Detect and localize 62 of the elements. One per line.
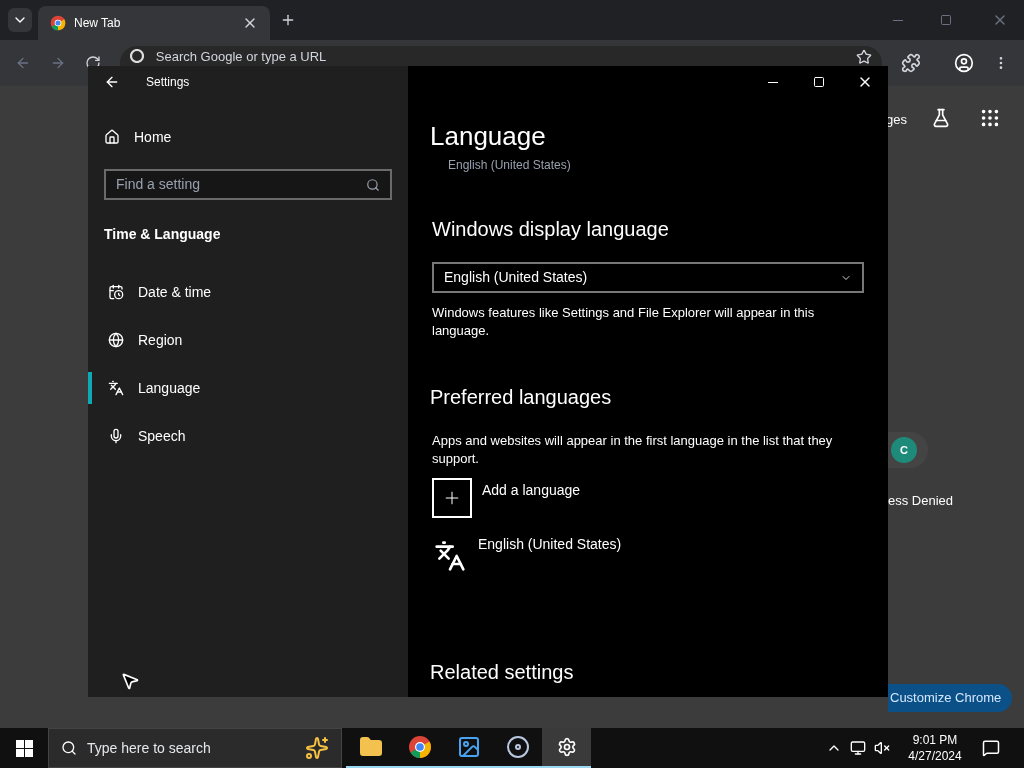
address-input[interactable]: Search Google or type a URL — [155, 49, 456, 65]
nav-item[interactable]: Region — [88, 324, 408, 356]
photos-icon — [456, 735, 481, 759]
home-nav-item[interactable]: Home — [88, 122, 408, 152]
muted-volume-icon[interactable] — [874, 740, 890, 756]
section-heading: Windows display language — [432, 217, 670, 242]
search-field[interactable]: Find a setting — [104, 169, 392, 200]
mouse-cursor-icon — [120, 671, 140, 691]
language-list-item[interactable]: English (United States) — [434, 538, 864, 578]
current-language: English (United States) — [448, 157, 572, 174]
disc-icon — [505, 735, 530, 759]
section-heading: Preferred languages — [430, 385, 613, 410]
language-icon — [434, 540, 466, 572]
windows-logo-icon — [15, 739, 33, 757]
settings-icon — [556, 737, 577, 757]
sparkles-icon — [305, 736, 329, 760]
taskbar-search-input[interactable]: Type here to search — [87, 737, 257, 759]
add-language-button[interactable]: Add a language — [432, 478, 864, 518]
profile-icon[interactable] — [954, 53, 975, 73]
clock-time: 9:01 PM — [912, 732, 958, 748]
home-icon — [104, 129, 120, 145]
chrome-icon — [50, 15, 66, 31]
section-heading: Time & Language — [103, 225, 222, 244]
folder-icon — [358, 735, 383, 759]
search-input[interactable]: Find a setting — [116, 174, 366, 195]
display-language-dropdown[interactable]: English (United States) — [432, 262, 864, 293]
new-tab-icon[interactable] — [280, 12, 296, 28]
labs-flask-icon[interactable] — [931, 108, 951, 128]
back-icon[interactable] — [104, 74, 120, 90]
language-icon — [108, 380, 124, 396]
nav-item[interactable]: Date & time — [88, 276, 408, 308]
globe-icon — [108, 332, 124, 348]
browser-tab[interactable]: New Tab — [38, 6, 270, 40]
nav-item[interactable]: Language — [88, 372, 408, 404]
display-language-note: Windows features like Settings and File Explorer will appear in this language. — [432, 304, 816, 340]
clock[interactable]: 9:01 PM 4/27/2024 — [900, 732, 970, 764]
restore-icon[interactable] — [940, 14, 952, 26]
notifications-icon[interactable] — [982, 739, 1000, 757]
microphone-icon — [108, 428, 124, 444]
bookmark-star-icon[interactable] — [856, 49, 873, 65]
search-icon — [366, 177, 380, 192]
taskbar-search-box[interactable]: Type here to search — [48, 728, 342, 768]
apps-grid-icon[interactable] — [979, 107, 1001, 129]
chrome-icon — [407, 735, 432, 759]
page-title: Language — [430, 120, 547, 152]
customize-chrome-button[interactable]: Customize Chrome — [888, 684, 1012, 712]
calendar-clock-icon — [108, 284, 124, 300]
minimize-icon — [768, 81, 778, 83]
taskbar-app-button[interactable] — [542, 728, 591, 768]
tab-title: New Tab — [74, 15, 122, 32]
address-bar[interactable]: Search Google or type a URL — [119, 46, 883, 66]
minimize-icon[interactable] — [893, 19, 903, 21]
tab-search-button[interactable] — [8, 8, 32, 32]
search-icon — [61, 740, 77, 756]
window-title: Settings — [146, 74, 190, 91]
section-heading: Related settings — [430, 660, 575, 685]
preferred-languages-note: Apps and websites will appear in the first language in the list that they support. — [432, 432, 834, 468]
shortcut-label: ess Denied — [888, 492, 954, 510]
maximize-icon — [813, 76, 825, 88]
extensions-icon[interactable] — [901, 53, 922, 73]
clock-date: 4/27/2024 — [908, 748, 962, 764]
nav-item[interactable]: Speech — [88, 420, 408, 452]
